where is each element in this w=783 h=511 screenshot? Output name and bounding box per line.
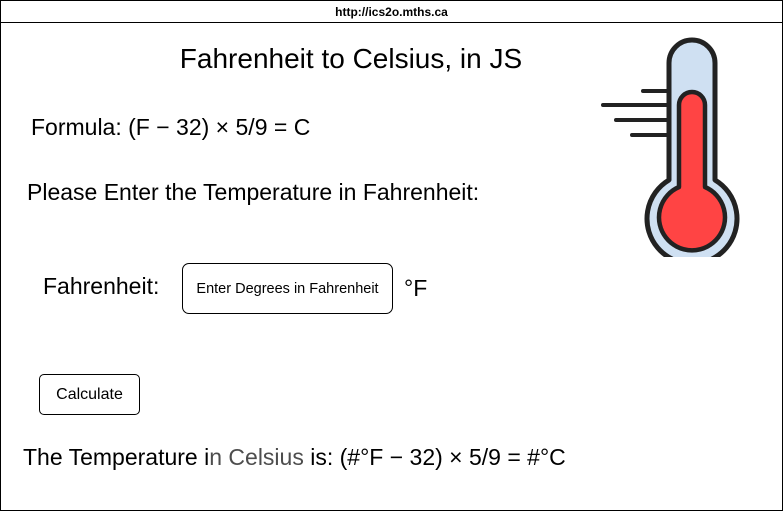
result-text-part-3: is: (#°F − 32) × 5/9 = #°C — [303, 444, 566, 470]
instruction-text: Please Enter the Temperature in Fahrenhe… — [27, 179, 480, 205]
fahrenheit-label: Fahrenheit: — [43, 273, 160, 299]
formula-text: Formula: (F − 32) × 5/9 = C — [31, 114, 311, 140]
calculate-button[interactable]: Calculate — [39, 374, 140, 415]
fahrenheit-input[interactable] — [182, 263, 393, 314]
result-text-part-2: n Celsius — [209, 444, 304, 470]
thermometer-icon — [601, 37, 740, 257]
fahrenheit-unit: °F — [404, 275, 428, 301]
result-text: The Temperature in Celsius is: (#°F − 32… — [23, 444, 566, 471]
address-bar[interactable]: http://ics2o.mths.ca — [1, 1, 782, 23]
browser-window: http://ics2o.mths.ca Fahrenheit to Celsi… — [0, 0, 783, 511]
result-text-part-1: The Temperature i — [23, 444, 210, 470]
page-title: Fahrenheit to Celsius, in JS — [179, 43, 523, 74]
